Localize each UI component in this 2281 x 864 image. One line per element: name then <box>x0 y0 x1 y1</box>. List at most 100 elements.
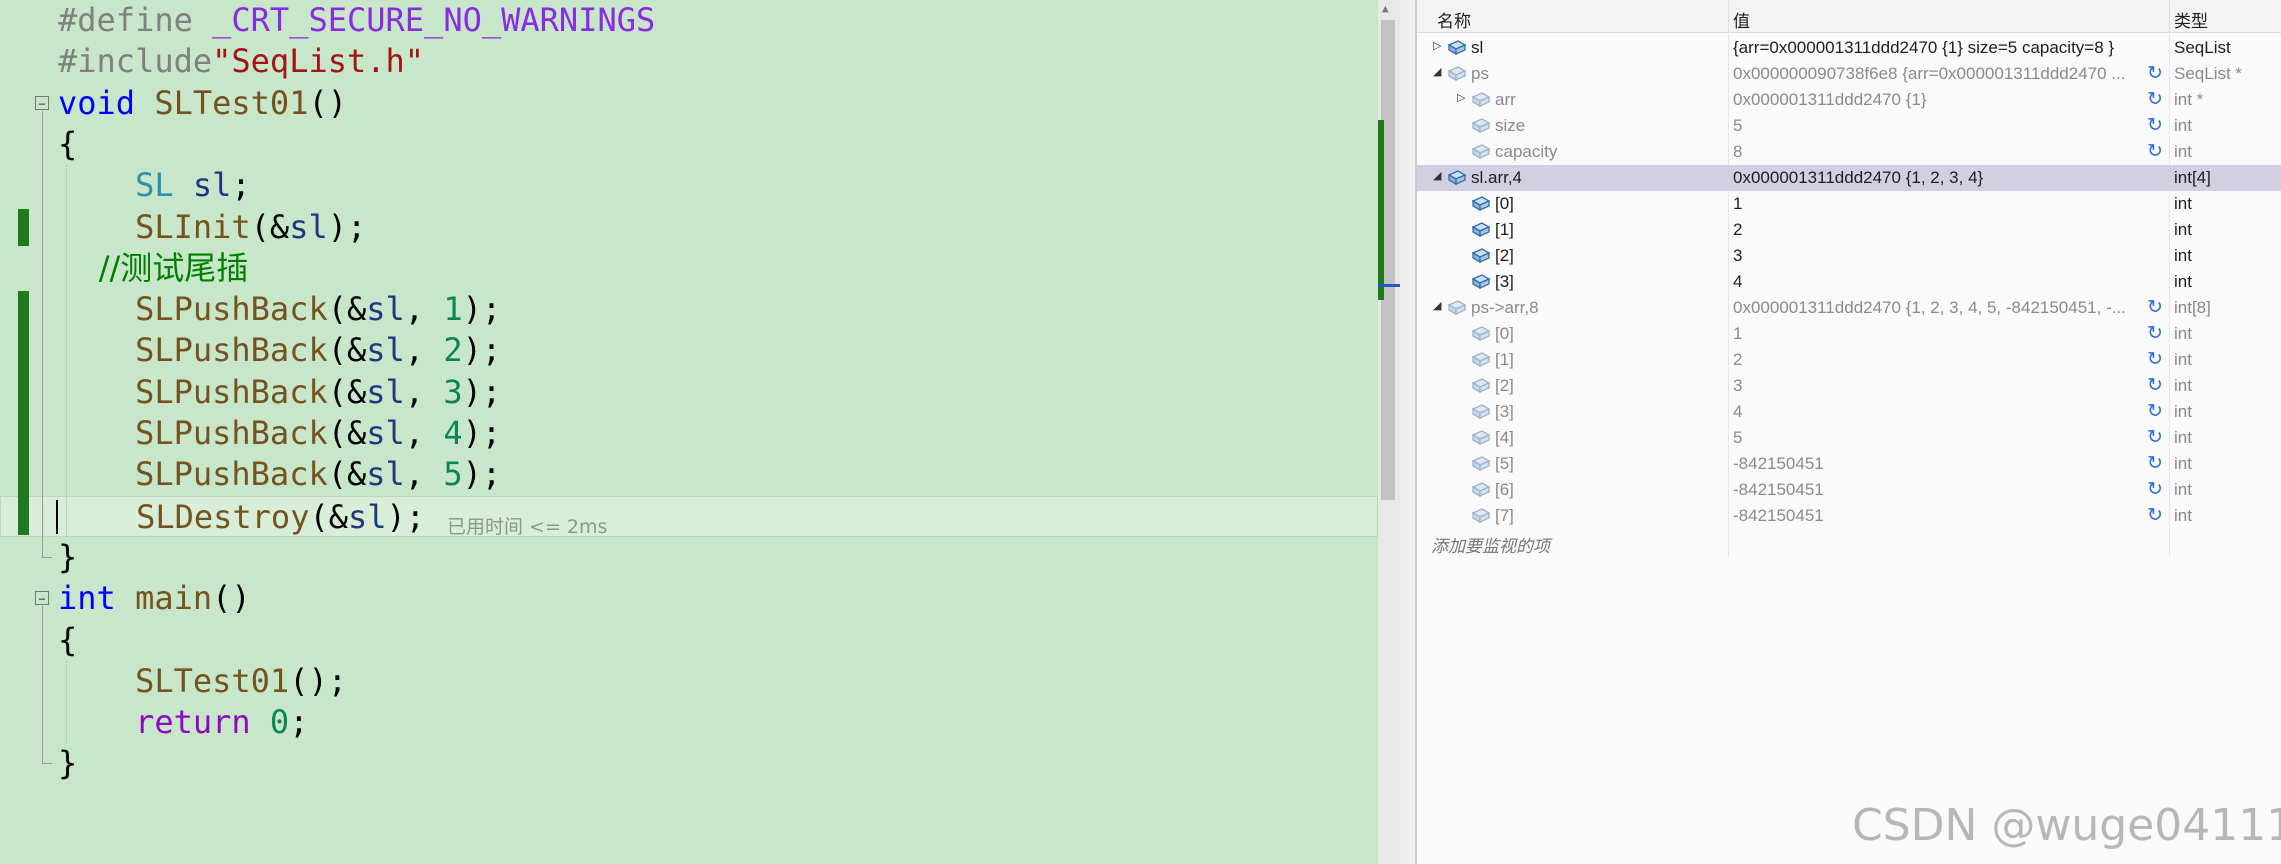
refresh-icon[interactable]: ↻ <box>2147 298 2163 317</box>
watch-name[interactable]: size <box>1495 116 1525 136</box>
watch-name[interactable]: ps->arr,8 <box>1471 298 1539 318</box>
watch-name[interactable]: sl <box>1471 38 1483 58</box>
code-line[interactable]: SLPushBack(&sl, 5); <box>0 454 1378 495</box>
watch-value[interactable]: -842150451 <box>1733 480 2153 500</box>
watch-value[interactable]: 4 <box>1733 402 2153 422</box>
refresh-icon[interactable]: ↻ <box>2147 64 2163 83</box>
code-line[interactable]: SL sl; <box>0 165 1378 206</box>
watch-row[interactable]: [1] 2 ↻ int <box>1417 347 2281 373</box>
pane-splitter[interactable] <box>1400 0 1416 864</box>
watch-value[interactable]: 0x000001311ddd2470 {1, 2, 3, 4, 5, -8421… <box>1733 298 2153 318</box>
watch-name[interactable]: ps <box>1471 64 1489 84</box>
watch-name[interactable]: [1] <box>1495 220 1514 240</box>
refresh-icon[interactable]: ↻ <box>2147 90 2163 109</box>
watch-name[interactable]: [2] <box>1495 376 1514 396</box>
column-resizer[interactable] <box>2169 0 2170 32</box>
watch-row[interactable]: size 5 ↻ int <box>1417 113 2281 139</box>
watch-name[interactable]: [6] <box>1495 480 1514 500</box>
watch-row[interactable]: [0] 1 int <box>1417 191 2281 217</box>
watch-name[interactable]: [5] <box>1495 454 1514 474</box>
watch-name[interactable]: [1] <box>1495 350 1514 370</box>
code-line[interactable]: SLDestroy(&sl); 已用时间 <= 2ms <box>0 495 1378 538</box>
watch-name[interactable]: capacity <box>1495 142 1557 162</box>
refresh-icon[interactable]: ↻ <box>2147 506 2163 525</box>
fold-collapse-icon[interactable]: − <box>35 591 49 606</box>
watch-value[interactable]: 4 <box>1733 272 2153 292</box>
watch-name[interactable]: [4] <box>1495 428 1514 448</box>
refresh-icon[interactable]: ↻ <box>2147 116 2163 135</box>
watch-name[interactable]: [7] <box>1495 506 1514 526</box>
watch-value[interactable]: 8 <box>1733 142 2153 162</box>
watch-row[interactable]: capacity 8 ↻ int <box>1417 139 2281 165</box>
code-line[interactable]: SLInit(&sl); <box>0 207 1378 248</box>
watch-value[interactable]: 1 <box>1733 194 2153 214</box>
watch-value[interactable]: 2 <box>1733 220 2153 240</box>
refresh-icon[interactable]: ↻ <box>2147 402 2163 421</box>
watch-value[interactable]: 5 <box>1733 428 2153 448</box>
watch-row[interactable]: ▷ arr 0x000001311ddd2470 {1} ↻ int * <box>1417 87 2281 113</box>
watch-row[interactable]: ▷ sl {arr=0x000001311ddd2470 {1} size=5 ca… <box>1417 35 2281 61</box>
refresh-icon[interactable]: ↻ <box>2147 376 2163 395</box>
scroll-up-arrow-icon[interactable]: ▲ <box>1382 2 1389 15</box>
column-header-type[interactable]: 类型 <box>2174 7 2208 32</box>
watch-row[interactable]: [7] -842150451 ↻ int <box>1417 503 2281 529</box>
add-watch-row[interactable]: 添加要监视的项 <box>1417 529 2281 557</box>
watch-value[interactable]: 0x000001311ddd2470 {1} <box>1733 90 2153 110</box>
code-line[interactable]: { <box>0 620 1378 661</box>
watch-value[interactable]: -842150451 <box>1733 506 2153 526</box>
watch-value[interactable]: 0x000001311ddd2470 {1, 2, 3, 4} <box>1733 168 2153 188</box>
watch-value[interactable]: {arr=0x000001311ddd2470 {1} size=5 capac… <box>1733 38 2153 58</box>
code-line[interactable]: void SLTest01() <box>0 83 1378 124</box>
expand-arrow-icon[interactable]: ▷ <box>1457 91 1465 104</box>
fold-collapse-icon[interactable]: − <box>35 95 49 111</box>
code-line[interactable]: #include"SeqList.h" <box>0 41 1378 82</box>
watch-value[interactable]: 3 <box>1733 246 2153 266</box>
refresh-icon[interactable]: ↻ <box>2147 428 2163 447</box>
watch-row[interactable]: [3] 4 int <box>1417 269 2281 295</box>
watch-row[interactable]: [6] -842150451 ↻ int <box>1417 477 2281 503</box>
watch-value[interactable]: 1 <box>1733 324 2153 344</box>
code-line[interactable]: SLPushBack(&sl, 3); <box>0 372 1378 413</box>
editor-vertical-scrollbar[interactable]: ▲ <box>1378 0 1400 864</box>
code-line[interactable]: SLPushBack(&sl, 2); <box>0 330 1378 371</box>
code-editor[interactable]: #define _CRT_SECURE_NO_WARNINGS #include"… <box>0 0 1378 864</box>
watch-row[interactable]: ◢ sl.arr,4 0x000001311ddd2470 {1, 2, 3, 4}… <box>1417 165 2281 191</box>
column-header-name[interactable]: 名称 <box>1437 7 1471 32</box>
collapse-arrow-icon[interactable]: ◢ <box>1433 299 1441 312</box>
watch-row[interactable]: [2] 3 ↻ int <box>1417 373 2281 399</box>
refresh-icon[interactable]: ↻ <box>2147 480 2163 499</box>
collapse-arrow-icon[interactable]: ◢ <box>1433 169 1441 182</box>
watch-value[interactable]: 2 <box>1733 350 2153 370</box>
refresh-icon[interactable]: ↻ <box>2147 454 2163 473</box>
refresh-icon[interactable]: ↻ <box>2147 142 2163 161</box>
watch-value[interactable]: 0x000000090738f6e8 {arr=0x000001311ddd24… <box>1733 64 2153 84</box>
watch-name[interactable]: [0] <box>1495 194 1514 214</box>
refresh-icon[interactable]: ↻ <box>2147 324 2163 343</box>
watch-row[interactable]: [3] 4 ↻ int <box>1417 399 2281 425</box>
collapse-arrow-icon[interactable]: ◢ <box>1433 65 1441 78</box>
code-line[interactable]: SLPushBack(&sl, 4); <box>0 413 1378 454</box>
code-line[interactable]: #define _CRT_SECURE_NO_WARNINGS <box>0 0 1378 41</box>
watch-name[interactable]: [0] <box>1495 324 1514 344</box>
watch-name[interactable]: arr <box>1495 90 1516 110</box>
watch-row[interactable]: [1] 2 int <box>1417 217 2281 243</box>
watch-value[interactable]: 3 <box>1733 376 2153 396</box>
watch-row[interactable]: [5] -842150451 ↻ int <box>1417 451 2281 477</box>
add-watch-placeholder[interactable]: 添加要监视的项 <box>1431 532 1550 557</box>
code-line[interactable]: return 0; <box>0 702 1378 743</box>
watch-row[interactable]: ◢ ps 0x000000090738f6e8 {arr=0x000001311dd… <box>1417 61 2281 87</box>
code-line[interactable]: } <box>0 537 1378 578</box>
watch-value[interactable]: -842150451 <box>1733 454 2153 474</box>
watch-row[interactable]: ◢ ps->arr,8 0x000001311ddd2470 {1, 2, 3, 4… <box>1417 295 2281 321</box>
watch-name[interactable]: [2] <box>1495 246 1514 266</box>
watch-row[interactable]: [0] 1 ↻ int <box>1417 321 2281 347</box>
code-line[interactable]: SLPushBack(&sl, 1); <box>0 289 1378 330</box>
watch-name[interactable]: [3] <box>1495 272 1514 292</box>
watch-name[interactable]: sl.arr,4 <box>1471 168 1522 188</box>
code-line[interactable]: { <box>0 124 1378 165</box>
column-header-value[interactable]: 值 <box>1733 7 1750 32</box>
watch-value[interactable]: 5 <box>1733 116 2153 136</box>
watch-name[interactable]: [3] <box>1495 402 1514 422</box>
expand-arrow-icon[interactable]: ▷ <box>1433 39 1441 52</box>
code-line[interactable]: int main() <box>0 578 1378 619</box>
